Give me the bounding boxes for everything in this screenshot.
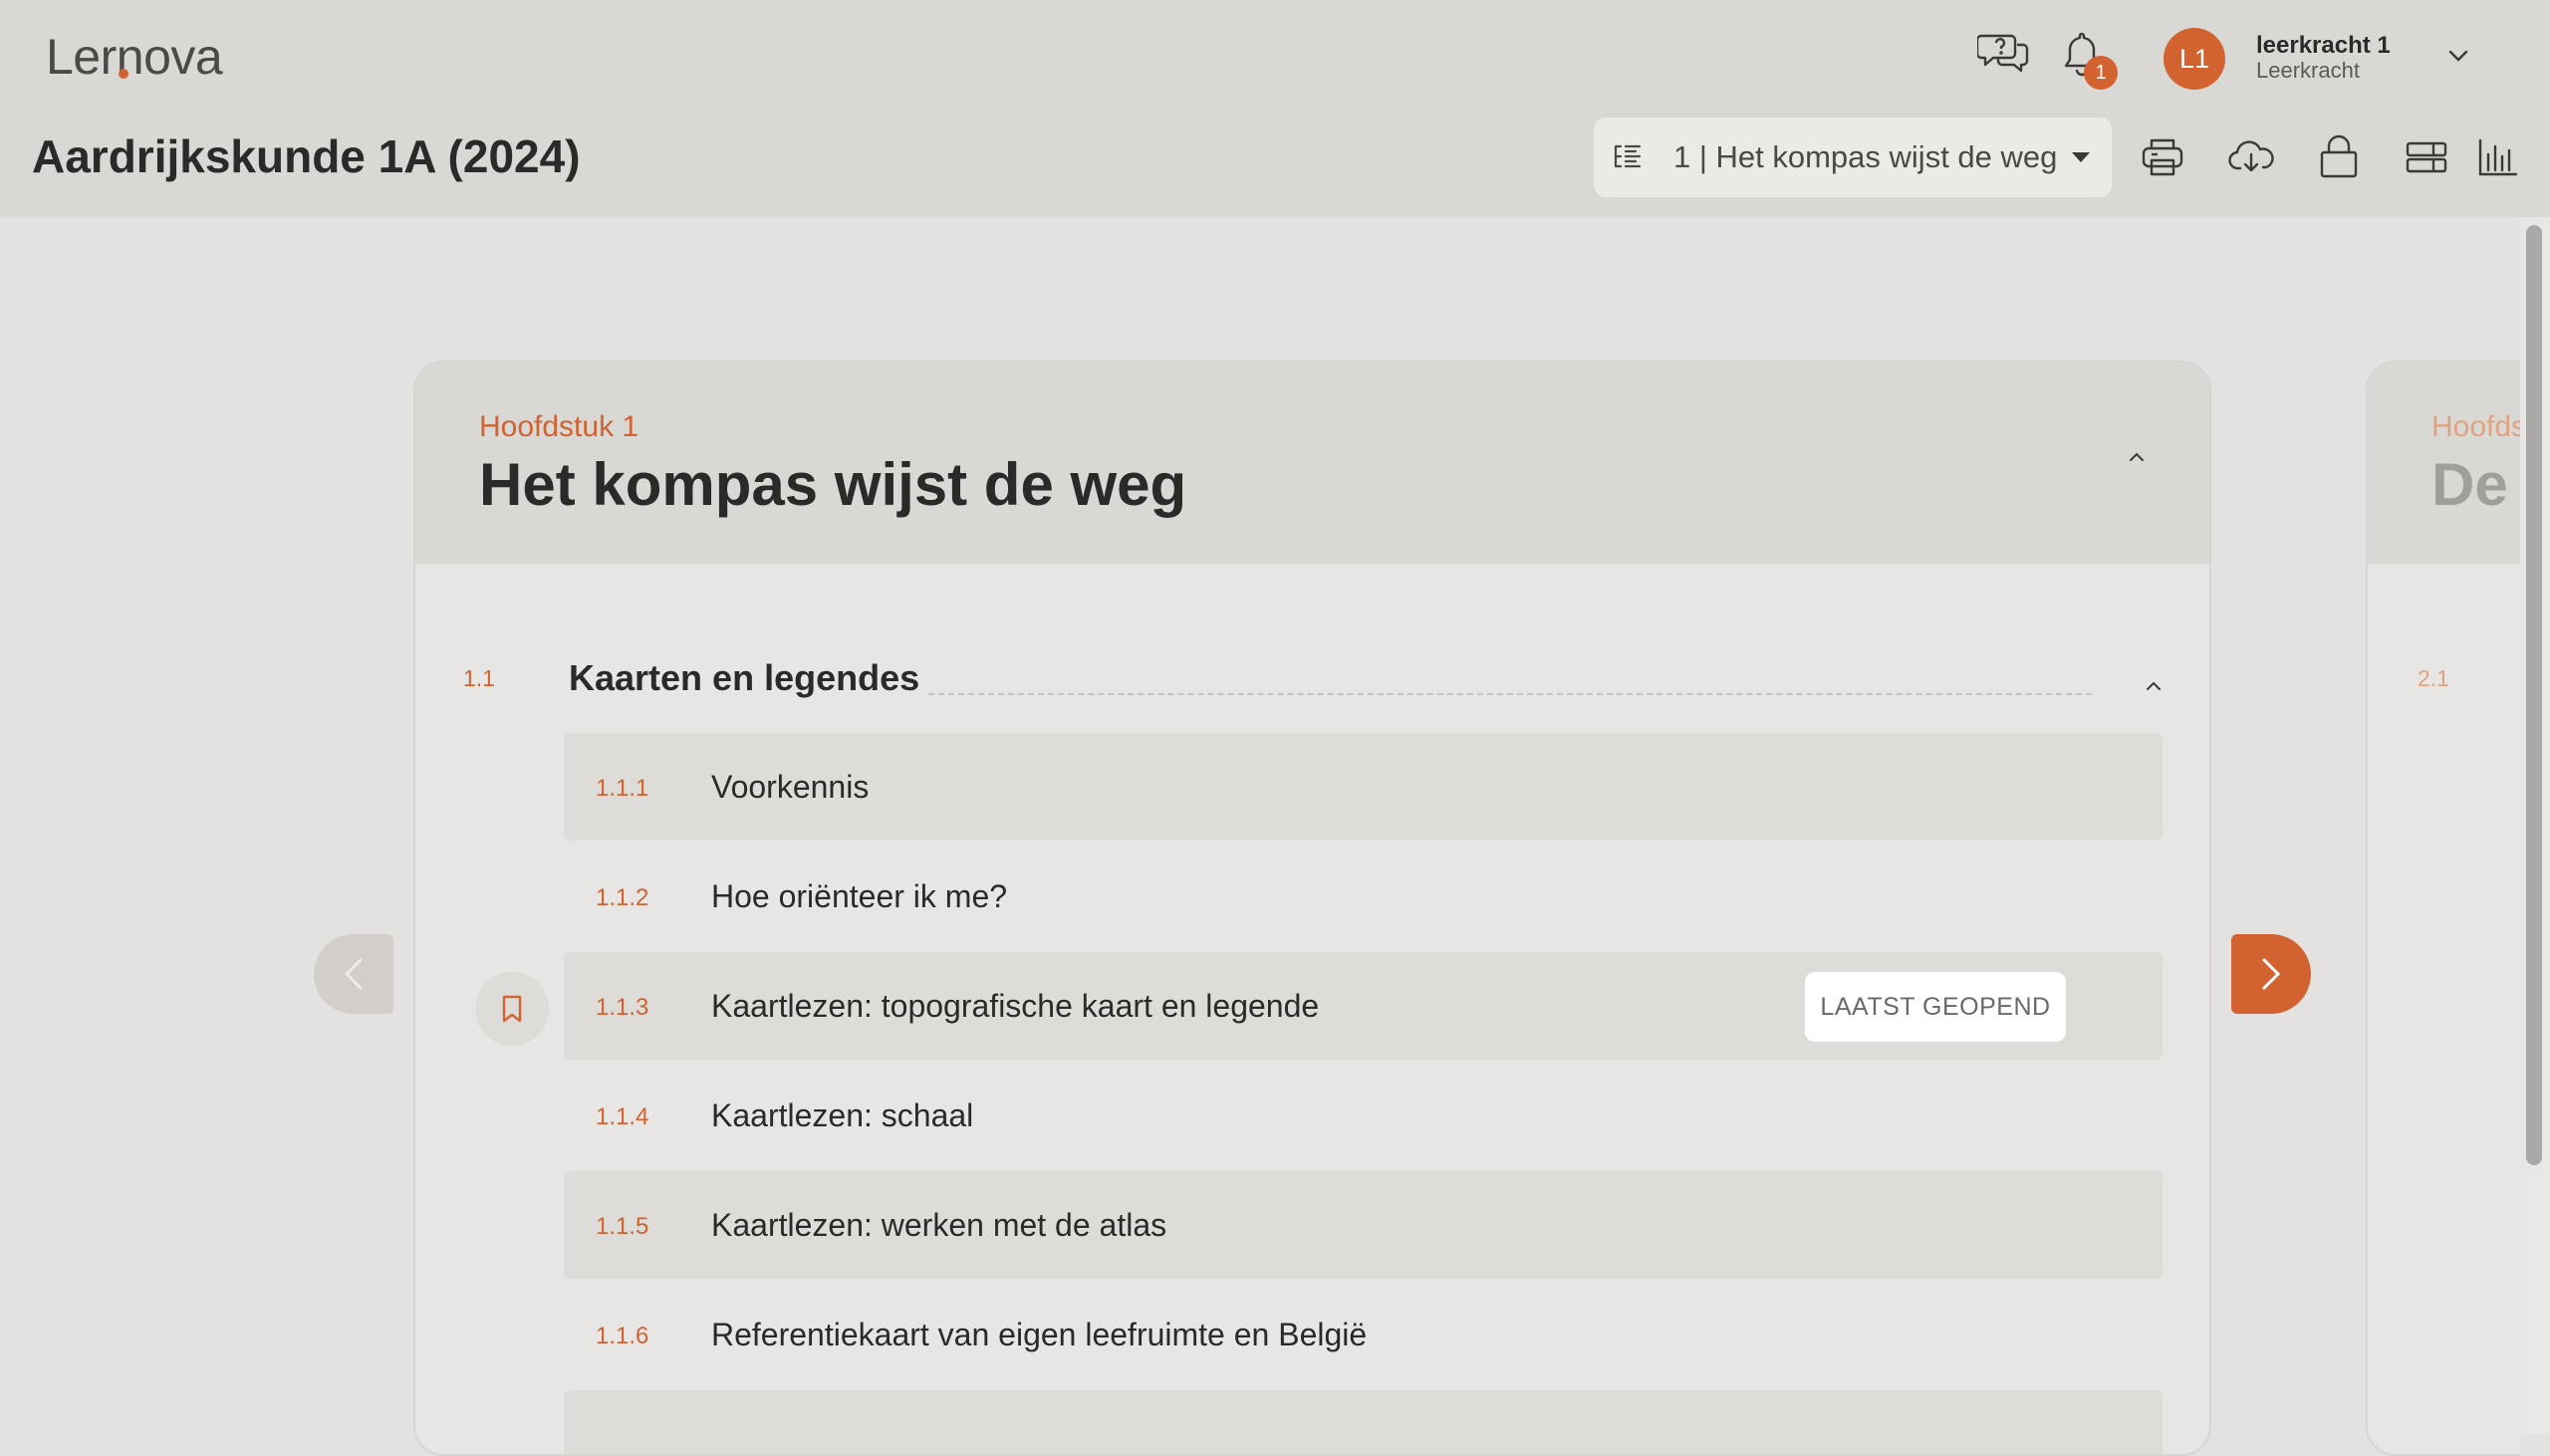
lesson-row[interactable]: 1.1.6 Referentiekaart van eigen leefruim…	[564, 1281, 2163, 1388]
lesson-row[interactable]	[564, 1390, 2163, 1454]
lesson-number: 1.1.6	[596, 1323, 649, 1349]
chapter-select[interactable]: 1 | Het kompas wijst de weg	[1594, 118, 2112, 197]
lesson-row[interactable]: 1.1.3 Kaartlezen: topografische kaart en…	[564, 952, 2163, 1060]
section-divider	[928, 693, 2092, 695]
lesson-number: 1.1.5	[596, 1213, 649, 1240]
previous-chapter-button[interactable]	[314, 934, 393, 1014]
lesson-title: Kaartlezen: werken met de atlas	[711, 1207, 1167, 1243]
top-header: Lernova 1 L1 leerkracht 1 Leerkracht Aar…	[0, 0, 2550, 217]
chat-icon[interactable]	[1976, 28, 2032, 78]
chapter-title: Het kompas wijst de weg	[479, 451, 1187, 518]
next-section-number: 2.1	[2418, 665, 2449, 691]
logo[interactable]: Lernova	[46, 28, 223, 86]
section-title[interactable]: Kaarten en legendes	[569, 657, 919, 699]
chapter-card: Hoofdstuk 1 Het kompas wijst de weg 1.1 …	[413, 361, 2211, 1456]
notification-badge: 1	[2084, 56, 2118, 90]
lesson-row[interactable]: 1.1.2 Hoe oriënteer ik me?	[564, 843, 2163, 950]
user-role: Leerkracht	[2256, 58, 2360, 83]
layout-icon[interactable]	[2401, 131, 2452, 183]
scrollbar-thumb[interactable]	[2526, 225, 2542, 1165]
collapse-chevron-up-icon[interactable]	[2127, 450, 2153, 476]
user-menu-chevron-down-icon[interactable]	[2442, 40, 2474, 72]
chapter-kicker: Hoofdstuk 1	[479, 410, 639, 443]
next-chapter-title: De v	[2431, 451, 2520, 518]
chapter-card-header[interactable]: Hoofdstuk 1 Het kompas wijst de weg	[415, 363, 2209, 564]
lesson-number: 1.1.3	[596, 994, 649, 1021]
section-number: 1.1	[463, 665, 495, 691]
lesson-row[interactable]: 1.1.1 Voorkennis	[564, 733, 2163, 841]
lesson-title: Voorkennis	[711, 769, 870, 805]
bookmark-icon[interactable]	[475, 972, 549, 1046]
section-collapse-chevron-up-icon[interactable]	[2144, 679, 2169, 705]
lesson-row[interactable]: 1.1.4 Kaartlezen: schaal	[564, 1062, 2163, 1169]
lesson-title: Kaartlezen: schaal	[711, 1097, 974, 1133]
chapter-select-value: 1 | Het kompas wijst de weg	[1673, 139, 2058, 174]
lesson-title: Hoe oriënteer ik me?	[711, 878, 1008, 914]
print-icon[interactable]	[2137, 131, 2188, 183]
logo-accent-dot	[119, 69, 128, 79]
lock-icon[interactable]	[2313, 131, 2365, 183]
next-chapter-card-header: Hoofds De v	[2368, 363, 2520, 564]
lesson-number: 1.1.1	[596, 775, 649, 802]
lesson-number: 1.1.4	[596, 1103, 649, 1130]
bar-chart-icon[interactable]	[2472, 131, 2524, 183]
avatar[interactable]: L1	[2164, 28, 2225, 90]
next-chapter-card[interactable]: Hoofds De v 2.1	[2366, 361, 2520, 1456]
next-chapter-kicker: Hoofds	[2431, 410, 2520, 443]
caret-down-icon	[2070, 149, 2092, 165]
user-name: leerkracht 1	[2256, 32, 2391, 59]
last-opened-badge: LAATST GEOPEND	[1805, 972, 2066, 1042]
lesson-number: 1.1.2	[596, 884, 649, 911]
next-chapter-button[interactable]	[2231, 934, 2311, 1014]
cloud-download-icon[interactable]	[2225, 131, 2277, 183]
list-icon	[1610, 139, 1646, 175]
lesson-title: Kaartlezen: topografische kaart en legen…	[711, 988, 1320, 1024]
page-title: Aardrijkskunde 1A (2024)	[32, 130, 581, 182]
lesson-row[interactable]: 1.1.5 Kaartlezen: werken met de atlas	[564, 1171, 2163, 1279]
lesson-title: Referentiekaart van eigen leefruimte en …	[711, 1317, 1368, 1352]
